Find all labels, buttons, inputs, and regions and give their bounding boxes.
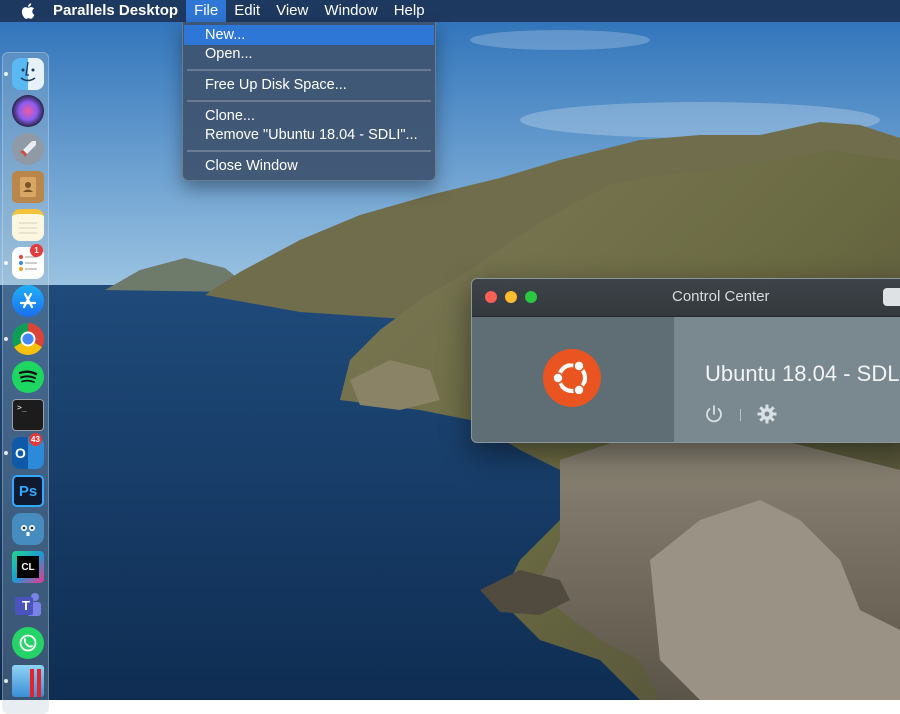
vm-name[interactable]: Ubuntu 18.04 - SDLI — [705, 361, 900, 387]
toolbar-divider — [740, 409, 741, 421]
power-icon[interactable] — [703, 403, 725, 425]
menu-item-remove[interactable]: Remove "Ubuntu 18.04 - SDLI"... — [184, 125, 434, 145]
clion-label: CL — [17, 556, 39, 578]
photoshop-icon[interactable]: Ps — [12, 475, 44, 507]
view-toggle-button[interactable] — [883, 288, 900, 306]
minimize-window-button[interactable] — [505, 291, 517, 303]
menu-separator — [187, 69, 431, 71]
notification-badge: 43 — [29, 433, 42, 446]
maximize-window-button[interactable] — [525, 291, 537, 303]
parallels-icon[interactable] — [12, 665, 44, 697]
whatsapp-icon[interactable] — [12, 627, 44, 659]
file-menu-dropdown: New... Open... Free Up Disk Space... Clo… — [182, 22, 436, 181]
notes-icon[interactable] — [12, 209, 44, 241]
godot-icon[interactable] — [12, 513, 44, 545]
menu-separator — [187, 100, 431, 102]
window-titlebar[interactable]: Control Center — [472, 279, 900, 317]
chrome-icon[interactable] — [12, 323, 44, 355]
rocket-icon[interactable] — [12, 133, 44, 165]
menu-item-clone[interactable]: Clone... — [184, 106, 434, 126]
menu-item-open[interactable]: Open... — [184, 44, 434, 64]
vm-thumbnail-pane[interactable] — [472, 317, 674, 442]
gear-icon[interactable] — [756, 403, 778, 425]
ubuntu-logo-icon — [543, 349, 601, 407]
menu-edit[interactable]: Edit — [226, 0, 268, 22]
running-indicator — [4, 72, 8, 76]
menu-file[interactable]: File — [186, 0, 227, 22]
close-window-button[interactable] — [485, 291, 497, 303]
menu-help[interactable]: Help — [386, 0, 433, 22]
app-name-menu[interactable]: Parallels Desktop — [45, 0, 186, 22]
window-title: Control Center — [672, 288, 770, 305]
menu-bar: Parallels Desktop File Edit View Window … — [0, 0, 900, 22]
dock: 1 >_ O 43 Ps CL T — [2, 52, 49, 714]
menu-item-new[interactable]: New... — [184, 25, 434, 45]
teams-label: T — [22, 598, 30, 613]
siri-icon[interactable] — [12, 95, 44, 127]
menu-window[interactable]: Window — [316, 0, 385, 22]
menu-separator — [187, 150, 431, 152]
vm-info-pane: Ubuntu 18.04 - SDLI — [674, 317, 900, 442]
teams-icon[interactable]: T — [12, 589, 44, 621]
terminal-icon[interactable]: >_ — [12, 399, 44, 431]
spotify-icon[interactable] — [12, 361, 44, 393]
running-indicator — [4, 337, 8, 341]
running-indicator — [4, 679, 8, 683]
control-center-window: Control Center Ubuntu 18.04 - SDLI — [471, 278, 900, 443]
clion-icon[interactable]: CL — [12, 551, 44, 583]
contacts-icon[interactable] — [12, 171, 44, 203]
notification-badge: 1 — [30, 244, 43, 257]
menu-view[interactable]: View — [268, 0, 316, 22]
app-store-icon[interactable] — [12, 285, 44, 317]
menu-item-close-window[interactable]: Close Window — [184, 156, 434, 176]
menu-item-free-up-disk-space[interactable]: Free Up Disk Space... — [184, 75, 434, 95]
finder-icon[interactable] — [12, 58, 44, 90]
apple-icon[interactable] — [20, 0, 36, 22]
running-indicator — [4, 261, 8, 265]
running-indicator — [4, 451, 8, 455]
